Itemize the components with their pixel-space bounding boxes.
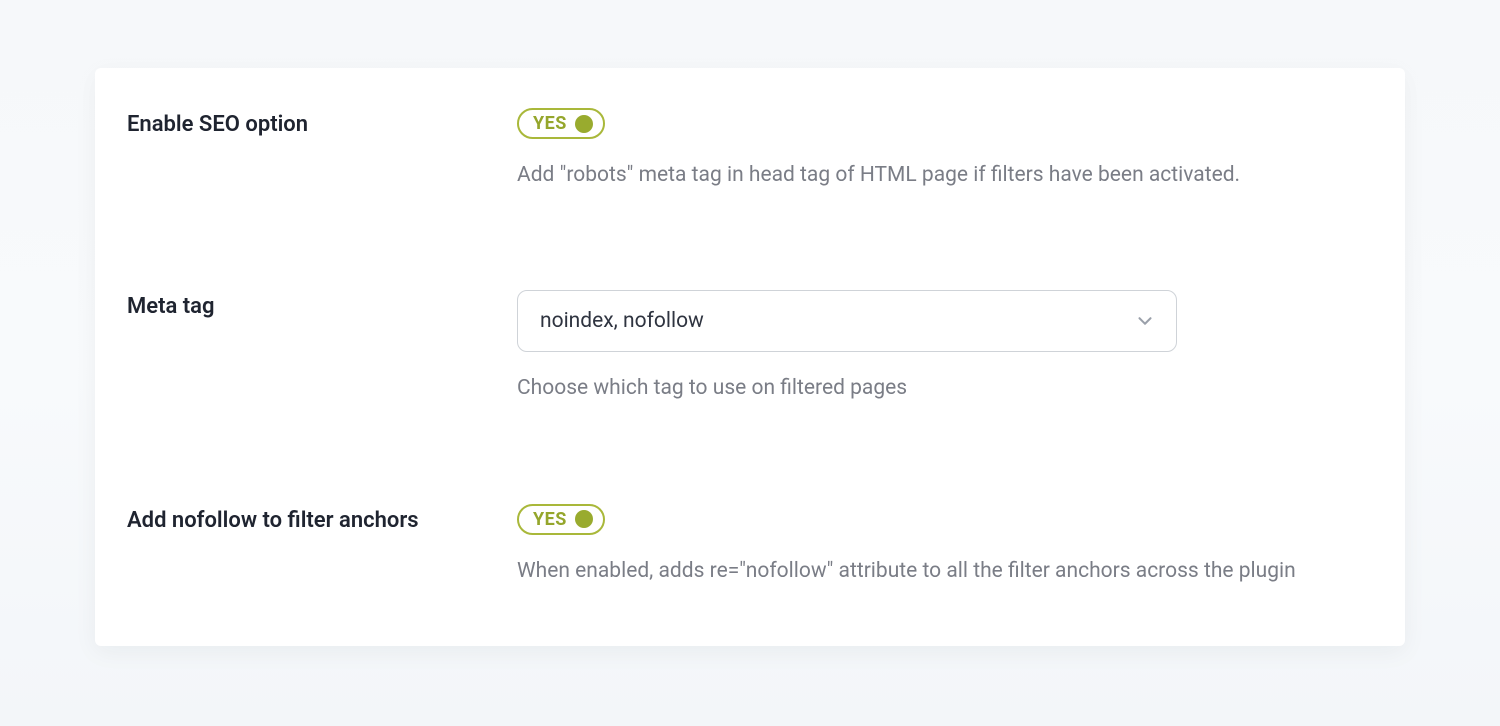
control-column: YES When enabled, adds re="nofollow" att…: [517, 504, 1337, 586]
setting-row-nofollow-anchors: Add nofollow to filter anchors YES When …: [127, 492, 1373, 596]
chevron-down-icon: [1134, 310, 1156, 332]
row-spacer: [127, 238, 1373, 278]
label-column: Meta tag: [127, 290, 517, 319]
enable-seo-toggle[interactable]: YES: [517, 108, 605, 139]
toggle-label: YES: [533, 509, 567, 530]
setting-description: Add "robots" meta tag in head tag of HTM…: [517, 161, 1337, 190]
setting-label-nofollow-anchors: Add nofollow to filter anchors: [127, 508, 517, 533]
label-column: Enable SEO option: [127, 108, 517, 137]
row-spacer: [127, 452, 1373, 492]
select-value: noindex, nofollow: [540, 309, 704, 333]
control-column: YES Add "robots" meta tag in head tag of…: [517, 108, 1337, 190]
label-column: Add nofollow to filter anchors: [127, 504, 517, 533]
setting-row-meta-tag: Meta tag noindex, nofollow Choose which …: [127, 278, 1373, 451]
meta-tag-select[interactable]: noindex, nofollow: [517, 290, 1177, 352]
setting-description: When enabled, adds re="nofollow" attribu…: [517, 557, 1337, 586]
settings-panel: Enable SEO option YES Add "robots" meta …: [95, 68, 1405, 646]
setting-label-enable-seo: Enable SEO option: [127, 112, 517, 137]
toggle-dot-icon: [575, 115, 593, 133]
setting-label-meta-tag: Meta tag: [127, 294, 517, 319]
toggle-label: YES: [533, 113, 567, 134]
setting-description: Choose which tag to use on filtered page…: [517, 374, 1337, 403]
control-column: noindex, nofollow Choose which tag to us…: [517, 290, 1337, 403]
setting-row-enable-seo: Enable SEO option YES Add "robots" meta …: [127, 96, 1373, 238]
nofollow-anchors-toggle[interactable]: YES: [517, 504, 605, 535]
toggle-dot-icon: [575, 510, 593, 528]
